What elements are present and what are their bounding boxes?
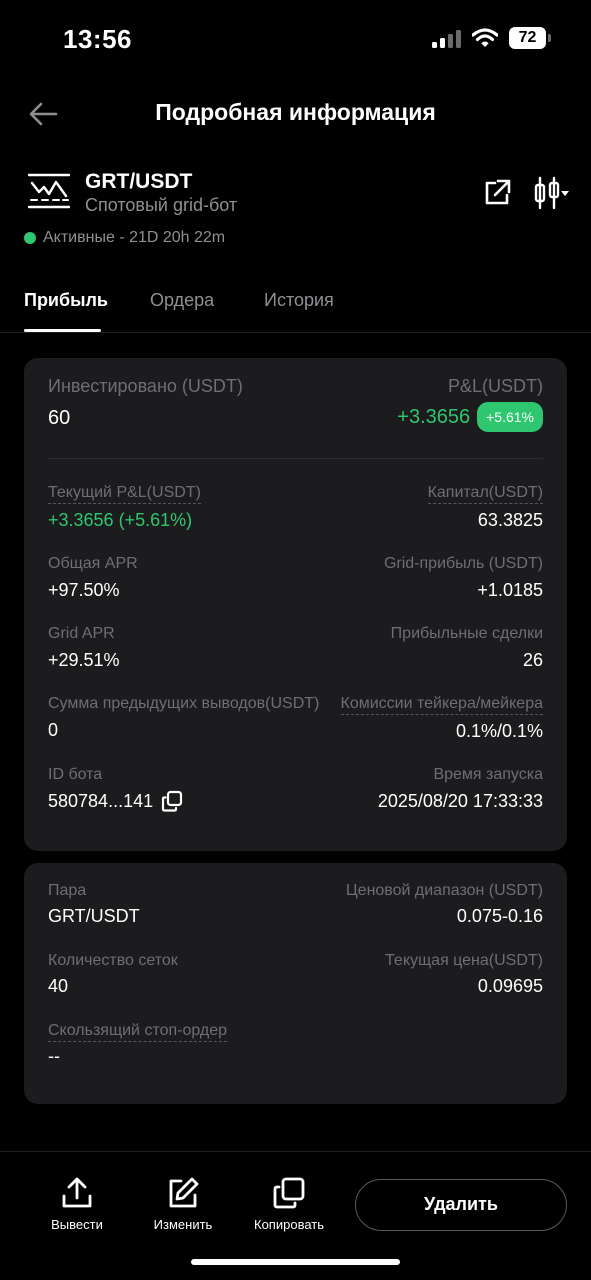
divider bbox=[48, 458, 543, 459]
pnl-label: P&L(USDT) bbox=[447, 376, 543, 396]
tabs: Прибыль Ордера История bbox=[0, 278, 591, 333]
upload-icon bbox=[62, 1177, 92, 1208]
bot-id-row: 580784...141 bbox=[48, 790, 183, 812]
tab-underline bbox=[24, 329, 101, 332]
page-title: Подробная информация bbox=[155, 99, 436, 125]
copy-bot-button[interactable]: Копировать bbox=[244, 1176, 334, 1232]
pnl-row: +3.3656 +5.61% bbox=[397, 402, 543, 432]
bot-type: Спотовый grid-бот bbox=[85, 195, 238, 215]
profitable-trades-label: Прибыльные сделки bbox=[390, 625, 543, 642]
pnl-badge: +5.61% bbox=[477, 402, 543, 432]
current-price-value: 0.09695 bbox=[477, 976, 543, 996]
current-pnl-label[interactable]: Текущий P&L(USDT) bbox=[48, 484, 201, 504]
grid-apr-label: Grid APR bbox=[48, 625, 115, 642]
price-range-label: Ценовой диапазон (USDT) bbox=[345, 882, 543, 899]
capital-value: 63.3825 bbox=[477, 510, 543, 530]
withdraw-label: Вывести bbox=[51, 1217, 103, 1232]
pnl-value: +3.3656 bbox=[397, 405, 471, 428]
tab-profit[interactable]: Прибыль bbox=[24, 290, 108, 311]
grid-profit-value: +1.0185 bbox=[477, 580, 543, 600]
candlestick-icon[interactable] bbox=[532, 175, 570, 211]
battery-icon: 72 bbox=[509, 27, 551, 49]
status-time: 13:56 bbox=[63, 24, 132, 54]
withdrawals-value: 0 bbox=[48, 720, 59, 740]
trailing-stop-value: -- bbox=[48, 1046, 60, 1066]
edit-icon bbox=[169, 1177, 199, 1208]
home-indicator[interactable] bbox=[191, 1259, 400, 1265]
bot-id-label: ID бота bbox=[48, 766, 103, 783]
fees-value: 0.1%/0.1% bbox=[455, 721, 543, 741]
invested-label: Инвестировано (USDT) bbox=[48, 376, 243, 396]
battery-level: 72 bbox=[509, 27, 546, 49]
copy-label: Копировать bbox=[254, 1217, 324, 1232]
edit-label: Изменить bbox=[153, 1217, 213, 1232]
grid-count-label: Количество сеток bbox=[48, 952, 178, 969]
pair-label: Пара bbox=[48, 882, 87, 899]
capital-label[interactable]: Капитал(USDT) bbox=[427, 484, 543, 504]
params-card: Пара GRT/USDT Ценовой диапазон (USDT) 0.… bbox=[24, 863, 567, 1104]
bot-id-value: 580784...141 bbox=[48, 790, 154, 811]
share-icon[interactable] bbox=[481, 177, 513, 209]
grid-profit-label: Grid-прибыль (USDT) bbox=[383, 555, 543, 572]
bot-status: Активные - 21D 20h 22m bbox=[24, 229, 225, 247]
status-bar: 13:56 72 bbox=[0, 0, 591, 80]
bot-pair: GRT/USDT bbox=[85, 170, 193, 193]
fees-label[interactable]: Комиссии тейкера/мейкера bbox=[340, 695, 543, 715]
bot-status-text: Активные - 21D 20h 22m bbox=[43, 229, 226, 246]
total-apr-value: +97.50% bbox=[48, 580, 120, 600]
signal-icon bbox=[432, 30, 462, 48]
grid-bot-icon bbox=[28, 173, 70, 209]
profitable-trades-value: 26 bbox=[522, 650, 543, 670]
withdraw-button[interactable]: Вывести bbox=[32, 1176, 122, 1232]
launch-time-label: Время запуска bbox=[433, 766, 543, 783]
status-dot bbox=[24, 232, 36, 244]
trailing-stop-label[interactable]: Скользящий стоп-ордер bbox=[48, 1022, 228, 1042]
total-apr-label: Общая APR bbox=[48, 555, 138, 572]
grid-count-value: 40 bbox=[48, 976, 69, 996]
tab-orders[interactable]: Ордера bbox=[150, 290, 214, 311]
edit-button[interactable]: Изменить bbox=[138, 1176, 228, 1232]
pair-value: GRT/USDT bbox=[48, 906, 140, 926]
withdrawals-label: Сумма предыдущих выводов(USDT) bbox=[48, 695, 320, 712]
wifi-icon bbox=[472, 28, 498, 47]
launch-time-value: 2025/08/20 17:33:33 bbox=[377, 791, 543, 811]
delete-button[interactable]: Удалить bbox=[355, 1179, 567, 1231]
profit-card: Инвестировано (USDT) 60 P&L(USDT) +3.365… bbox=[24, 358, 567, 851]
current-pnl-value: +3.3656 (+5.61%) bbox=[48, 510, 193, 530]
grid-apr-value: +29.51% bbox=[48, 650, 120, 670]
current-price-label: Текущая цена(USDT) bbox=[385, 952, 543, 969]
price-range-value: 0.075-0.16 bbox=[456, 906, 543, 926]
copy-icon[interactable] bbox=[161, 790, 183, 812]
invested-value: 60 bbox=[48, 407, 71, 429]
tab-history[interactable]: История bbox=[264, 290, 334, 311]
duplicate-icon bbox=[273, 1177, 305, 1209]
